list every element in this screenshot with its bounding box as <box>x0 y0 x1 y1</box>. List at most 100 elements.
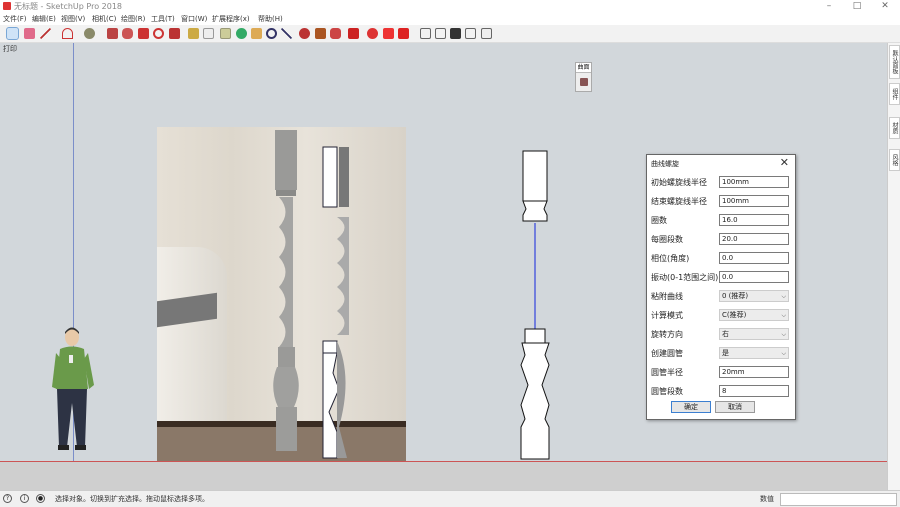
iso-icon[interactable] <box>420 28 431 39</box>
person-figure <box>52 327 94 450</box>
menu-draw[interactable]: 绘图(R) <box>121 14 145 24</box>
warehouse-icon[interactable] <box>299 28 310 39</box>
maximize-button[interactable]: □ <box>843 0 871 13</box>
reference-photo <box>157 127 406 461</box>
line-icon[interactable] <box>40 28 51 39</box>
select-icon[interactable] <box>6 27 19 40</box>
info-icon[interactable]: i <box>20 494 29 503</box>
tab-materials[interactable]: 材质 <box>889 117 900 139</box>
field-label: 每圈段数 <box>651 235 683 244</box>
rotate-icon[interactable] <box>153 28 164 39</box>
balusters-photo <box>273 130 349 459</box>
segments-per-turn-input[interactable]: 20.0 <box>719 233 789 245</box>
status-bar: ? i ● 选择对象。切换到扩充选择。拖动鼠标选择多项。 数值 <box>0 490 900 507</box>
move-icon[interactable] <box>138 28 149 39</box>
section-icon[interactable] <box>398 28 409 39</box>
window-title: 无标题 - SketchUp Pro 2018 <box>14 2 122 11</box>
extension-icon[interactable] <box>315 28 326 39</box>
field-label: 圆管段数 <box>651 387 683 396</box>
phase-input[interactable]: 0.0 <box>719 252 789 264</box>
menu-bar: 文件(F) 编辑(E) 视图(V) 相机(C) 绘图(R) 工具(T) 窗口(W… <box>0 13 900 25</box>
menu-camera[interactable]: 相机(C) <box>92 14 116 24</box>
chevron-down-icon: ⌵ <box>781 331 786 338</box>
small-toolbox-title: 曲面 <box>576 63 591 73</box>
close-button[interactable]: ✕ <box>871 0 899 13</box>
follow-me-icon[interactable] <box>122 28 133 39</box>
user-icon[interactable]: ● <box>36 494 45 503</box>
field-label: 结束螺旋线半径 <box>651 197 707 206</box>
help-icon[interactable]: ? <box>3 494 12 503</box>
minimize-button[interactable]: – <box>815 0 843 13</box>
material-icon[interactable] <box>367 28 378 39</box>
tab-default-tray[interactable]: 默认面板 <box>889 45 900 79</box>
chevron-down-icon: ⌵ <box>781 350 786 357</box>
vibration-input[interactable]: 0.0 <box>719 271 789 283</box>
menu-help[interactable]: 帮助(H) <box>258 14 283 24</box>
text-icon[interactable] <box>203 28 214 39</box>
scale-icon[interactable] <box>169 28 180 39</box>
field-label: 计算模式 <box>651 311 683 320</box>
menu-edit[interactable]: 编辑(E) <box>32 14 56 24</box>
arc-icon[interactable] <box>62 28 73 39</box>
menu-view[interactable]: 视图(V) <box>61 14 85 24</box>
component-icon[interactable] <box>348 28 359 39</box>
field-label: 旋转方向 <box>651 330 683 339</box>
field-label: 圈数 <box>651 216 667 225</box>
tab-styles[interactable]: 风格 <box>889 149 900 171</box>
field-label: 振动(0-1范围之间) <box>651 273 719 282</box>
tape-icon[interactable] <box>188 28 199 39</box>
end-radius-input[interactable]: 100mm <box>719 195 789 207</box>
attach-curve-select[interactable]: 0 (推荐) ⌵ <box>719 290 789 302</box>
measurements-label: 数值 <box>760 495 774 503</box>
menu-file[interactable]: 文件(F) <box>3 14 27 24</box>
field-label: 粘附曲线 <box>651 292 683 301</box>
orbit-icon[interactable] <box>236 28 247 39</box>
tube-segments-input[interactable]: 8 <box>719 385 789 397</box>
measurements-input[interactable] <box>780 493 897 506</box>
ok-button[interactable]: 确定 <box>671 401 711 413</box>
push-pull-icon[interactable] <box>107 28 118 39</box>
dialog-title: 曲线螺旋 <box>651 160 679 168</box>
title-bar: 无标题 - SketchUp Pro 2018 – □ ✕ <box>0 0 900 13</box>
curve-spiral-dialog: 曲线螺旋 ✕ 初始螺旋线半径 100mm 结束螺旋线半径 100mm 圈数 16… <box>646 154 796 420</box>
rotation-direction-select[interactable]: 右 ⌵ <box>719 328 789 340</box>
tube-radius-input[interactable]: 20mm <box>719 366 789 378</box>
dimension-icon[interactable] <box>220 28 231 39</box>
tab-components[interactable]: 组件 <box>889 83 900 105</box>
calc-mode-select[interactable]: C(推荐) ⌵ <box>719 309 789 321</box>
zoom-icon[interactable] <box>266 28 277 39</box>
field-label: 创建圆管 <box>651 349 683 358</box>
eraser-icon[interactable] <box>24 28 35 39</box>
field-label: 初始螺旋线半径 <box>651 178 707 187</box>
cancel-button[interactable]: 取消 <box>715 401 755 413</box>
turns-input[interactable]: 16.0 <box>719 214 789 226</box>
field-label: 相位(角度) <box>651 254 690 263</box>
chevron-down-icon: ⌵ <box>781 312 786 319</box>
ground-plane <box>0 461 887 490</box>
chevron-down-icon: ⌵ <box>781 293 786 300</box>
menu-window[interactable]: 窗口(W) <box>181 14 207 24</box>
front-icon[interactable] <box>450 28 461 39</box>
status-message: 选择对象。切换到扩充选择。拖动鼠标选择多项。 <box>55 495 209 503</box>
create-tube-select[interactable]: 是 ⌵ <box>719 347 789 359</box>
scene-label: 打印 <box>3 45 17 53</box>
small-toolbox: 曲面 <box>575 62 592 92</box>
print-icon[interactable] <box>481 28 492 39</box>
model-viewport[interactable]: 打印 曲面 曲线螺旋 ✕ 初始螺旋线半径 100mm 结束螺旋线半径 100mm… <box>0 43 887 490</box>
start-radius-input[interactable]: 100mm <box>719 176 789 188</box>
baluster-model[interactable] <box>516 143 556 463</box>
top-icon[interactable] <box>435 28 446 39</box>
zoom-extents-icon[interactable] <box>281 28 292 39</box>
curve-tool-icon[interactable] <box>579 78 588 86</box>
dialog-close-icon[interactable]: ✕ <box>780 156 789 169</box>
field-label: 圆管半径 <box>651 368 683 377</box>
menu-tools[interactable]: 工具(T) <box>151 14 175 24</box>
sketchup-logo-icon <box>3 2 11 10</box>
shape-icon[interactable] <box>84 28 95 39</box>
right-tray: 默认面板 组件 材质 风格 <box>887 43 900 490</box>
pan-icon[interactable] <box>251 28 262 39</box>
ruby-icon[interactable] <box>330 28 341 39</box>
menu-extensions[interactable]: 扩展程序(x) <box>212 14 250 24</box>
right-icon[interactable] <box>465 28 476 39</box>
layout-icon[interactable] <box>383 28 394 39</box>
